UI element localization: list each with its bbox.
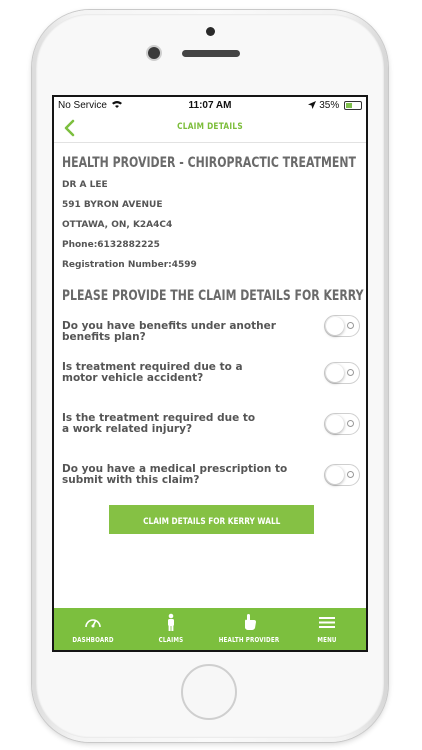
tab-health-provider-label: HEALTH PROVIDER [218,636,280,644]
status-bar: No Service 11:07 AM 35% [54,97,366,114]
provider-phone: Phone:6132882225 [62,240,160,250]
toggle-motor-vehicle[interactable] [324,362,360,384]
provider-address-line-2: OTTAWA, ON, K2A4C4 [62,220,173,230]
provider-name: DR A LEE [62,180,108,190]
provider-registration: Registration Number:4599 [62,260,197,270]
tab-health-provider[interactable]: HEALTH PROVIDER [210,608,288,650]
tab-claims[interactable]: CLAIMS [132,608,210,650]
page-title: CLAIM DETAILS [177,122,243,132]
provider-heading: HEALTH PROVIDER - CHIROPRACTIC TREATMENT [62,155,356,171]
toggle-prescription[interactable] [324,464,360,486]
earpiece-speaker [182,50,240,57]
provider-section: HEALTH PROVIDER - CHIROPRACTIC TREATMENT… [62,145,368,304]
question-work-injury: Is the treatment required due to a work … [62,412,256,435]
toggle-work-injury[interactable] [324,413,360,435]
gauge-icon [85,619,101,628]
front-camera [148,47,160,59]
tab-dashboard-label: DASHBOARD [72,636,114,644]
back-chevron-icon[interactable] [62,118,78,138]
hamburger-menu-icon [319,617,335,628]
toggle-other-plan[interactable] [324,315,360,337]
tab-bar: DASHBOARD CLAIMS HEALTH PROVIDER MENU [54,608,366,650]
person-icon [168,613,174,631]
home-button[interactable] [181,664,237,720]
question-prescription: Do you have a medical prescription to su… [62,463,288,486]
status-right: 35% [308,100,362,111]
app-screen: No Service 11:07 AM 35% CLAIM DETAILS HE… [52,95,368,652]
hand-pointer-icon [245,614,256,630]
question-motor-vehicle: Is treatment required due to a motor veh… [62,361,243,384]
tab-dashboard[interactable]: DASHBOARD [54,608,132,650]
tab-menu[interactable]: MENU [288,608,366,650]
claim-details-button[interactable]: CLAIM DETAILS FOR KERRY WALL [109,505,314,534]
claim-heading: PLEASE PROVIDE THE CLAIM DETAILS FOR KER… [62,288,368,304]
navigation-bar: CLAIM DETAILS [54,114,366,143]
location-arrow-icon [308,101,317,110]
provider-address-line-1: 591 BYRON AVENUE [62,200,163,210]
battery-percent: 35% [319,100,340,111]
question-other-plan: Do you have benefits under another benef… [62,320,276,343]
front-sensor [206,27,215,36]
battery-icon [344,100,362,110]
claim-details-button-label: CLAIM DETAILS FOR KERRY WALL [142,517,281,527]
tab-claims-label: CLAIMS [158,636,184,644]
tab-menu-label: MENU [317,636,337,644]
